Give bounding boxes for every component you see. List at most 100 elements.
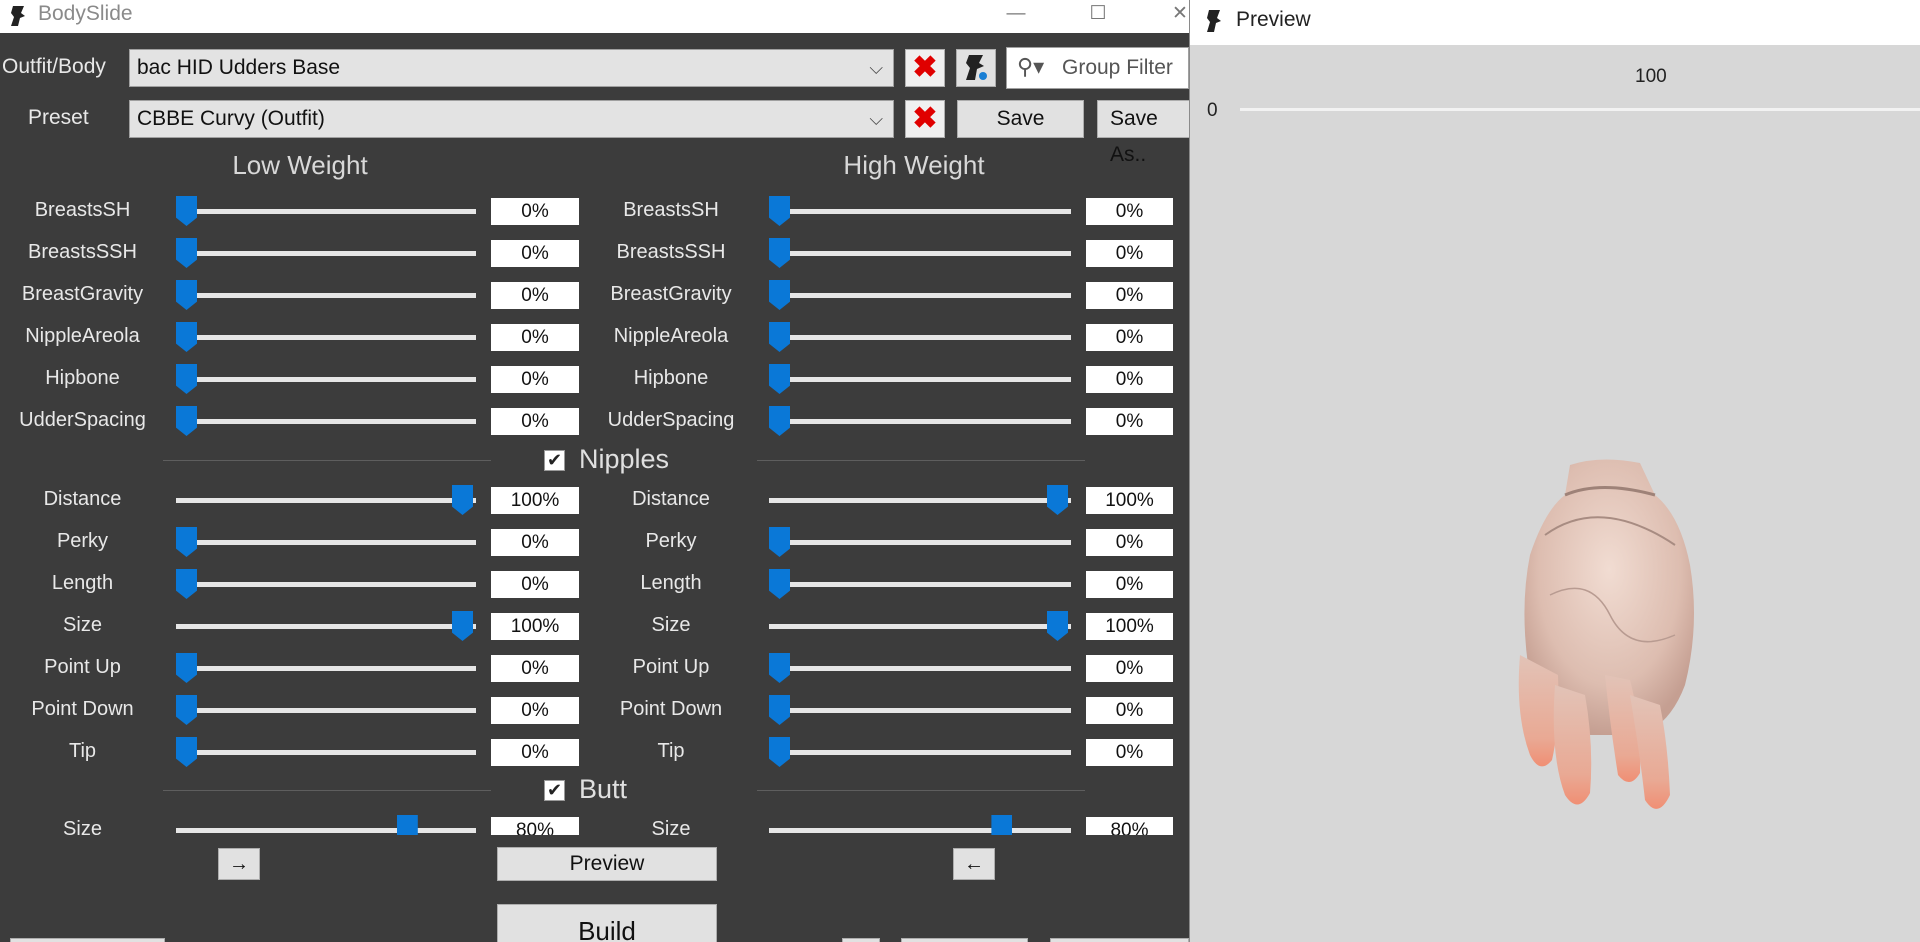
high-slider-value[interactable]: 0%: [1086, 571, 1173, 598]
low-slider-track[interactable]: [176, 750, 476, 755]
low-slider-thumb[interactable]: [176, 280, 197, 310]
low-slider-thumb[interactable]: [176, 527, 197, 557]
arrow-right-button[interactable]: →: [218, 848, 260, 880]
low-slider-value[interactable]: 0%: [491, 198, 579, 225]
high-slider-thumb[interactable]: [769, 364, 790, 394]
high-slider-label: Size: [651, 614, 691, 636]
low-slider-thumb[interactable]: [396, 815, 418, 835]
low-slider-track[interactable]: [176, 293, 476, 298]
weight-slider[interactable]: [1240, 108, 1920, 111]
high-slider-value[interactable]: 80%: [1086, 817, 1173, 835]
high-slider-track[interactable]: [769, 377, 1071, 382]
high-slider-thumb[interactable]: [1047, 611, 1068, 641]
high-slider-thumb[interactable]: [769, 406, 790, 436]
low-slider-value[interactable]: 100%: [491, 487, 579, 514]
low-slider-thumb[interactable]: [176, 238, 197, 268]
low-slider-track[interactable]: [176, 377, 476, 382]
low-slider-track[interactable]: [176, 666, 476, 671]
low-slider-value[interactable]: 0%: [491, 739, 579, 766]
group-checkbox[interactable]: ✔: [544, 450, 565, 471]
low-slider-thumb[interactable]: [452, 611, 473, 641]
low-slider-thumb[interactable]: [176, 322, 197, 352]
low-slider-track[interactable]: [176, 335, 476, 340]
low-slider-track[interactable]: [176, 708, 476, 713]
low-slider-track[interactable]: [176, 828, 476, 833]
low-slider-value[interactable]: 0%: [491, 571, 579, 598]
bottom-button-2[interactable]: [842, 938, 880, 942]
high-slider-thumb[interactable]: [769, 280, 790, 310]
preview-button[interactable]: Preview: [497, 847, 717, 881]
low-slider-value[interactable]: 100%: [491, 613, 579, 640]
bottom-button-1[interactable]: [10, 938, 165, 942]
low-slider-thumb[interactable]: [176, 695, 197, 725]
high-slider-track[interactable]: [769, 419, 1071, 424]
high-slider-value[interactable]: 100%: [1086, 487, 1173, 514]
high-slider-value[interactable]: 0%: [1086, 240, 1173, 267]
high-slider-value[interactable]: 0%: [1086, 198, 1173, 225]
high-slider-thumb[interactable]: [769, 322, 790, 352]
high-slider-value[interactable]: 0%: [1086, 324, 1173, 351]
high-slider-thumb[interactable]: [769, 653, 790, 683]
low-slider-label: BreastsSH: [34, 199, 131, 221]
high-slider-track[interactable]: [769, 624, 1071, 629]
low-slider-value[interactable]: 0%: [491, 366, 579, 393]
high-slider-value[interactable]: 100%: [1086, 613, 1173, 640]
high-slider-track[interactable]: [769, 708, 1071, 713]
high-slider-thumb[interactable]: [769, 196, 790, 226]
low-slider-thumb[interactable]: [176, 196, 197, 226]
high-slider-value[interactable]: 0%: [1086, 366, 1173, 393]
bodyslide-window: BodySlide — ☐ ✕ Outfit/Body bac HID Udde…: [0, 0, 1189, 942]
low-slider-value[interactable]: 0%: [491, 240, 579, 267]
low-slider-thumb[interactable]: [176, 406, 197, 436]
low-slider-value[interactable]: 0%: [491, 324, 579, 351]
high-slider-label: Distance: [632, 488, 710, 510]
high-slider-thumb[interactable]: [769, 737, 790, 767]
low-slider-track[interactable]: [176, 209, 476, 214]
low-slider-track[interactable]: [176, 498, 476, 503]
low-slider-thumb[interactable]: [176, 737, 197, 767]
high-slider-value[interactable]: 0%: [1086, 697, 1173, 724]
high-slider-track[interactable]: [769, 251, 1071, 256]
low-slider-value[interactable]: 0%: [491, 697, 579, 724]
low-slider-value[interactable]: 0%: [491, 529, 579, 556]
build-button[interactable]: Build: [497, 904, 717, 942]
bottom-button-3[interactable]: [901, 938, 1028, 942]
high-slider-value[interactable]: 0%: [1086, 408, 1173, 435]
high-slider-thumb[interactable]: [769, 527, 790, 557]
high-slider-value[interactable]: 0%: [1086, 529, 1173, 556]
high-slider-thumb[interactable]: [991, 815, 1013, 835]
low-slider-track[interactable]: [176, 419, 476, 424]
low-slider-thumb[interactable]: [176, 653, 197, 683]
group-checkbox[interactable]: ✔: [544, 780, 565, 801]
low-slider-track[interactable]: [176, 540, 476, 545]
high-slider-track[interactable]: [769, 666, 1071, 671]
group-separator: [757, 460, 1085, 461]
high-slider-track[interactable]: [769, 540, 1071, 545]
high-slider-track[interactable]: [769, 293, 1071, 298]
low-slider-value[interactable]: 0%: [491, 408, 579, 435]
low-slider-value[interactable]: 0%: [491, 282, 579, 309]
low-slider-thumb[interactable]: [452, 485, 473, 515]
low-slider-track[interactable]: [176, 624, 476, 629]
arrow-left-button[interactable]: ←: [953, 848, 995, 880]
high-slider-thumb[interactable]: [769, 695, 790, 725]
high-slider-value[interactable]: 0%: [1086, 282, 1173, 309]
high-slider-thumb[interactable]: [1047, 485, 1068, 515]
high-slider-track[interactable]: [769, 828, 1071, 833]
low-slider-thumb[interactable]: [176, 569, 197, 599]
high-slider-thumb[interactable]: [769, 238, 790, 268]
low-slider-value[interactable]: 0%: [491, 655, 579, 682]
low-slider-thumb[interactable]: [176, 364, 197, 394]
low-slider-value[interactable]: 80%: [491, 817, 579, 835]
high-slider-value[interactable]: 0%: [1086, 739, 1173, 766]
low-slider-track[interactable]: [176, 582, 476, 587]
high-slider-value[interactable]: 0%: [1086, 655, 1173, 682]
high-slider-track[interactable]: [769, 335, 1071, 340]
high-slider-track[interactable]: [769, 209, 1071, 214]
low-slider-track[interactable]: [176, 251, 476, 256]
bottom-button-4[interactable]: [1050, 938, 1189, 942]
high-slider-track[interactable]: [769, 498, 1071, 503]
high-slider-thumb[interactable]: [769, 569, 790, 599]
high-slider-track[interactable]: [769, 582, 1071, 587]
high-slider-track[interactable]: [769, 750, 1071, 755]
